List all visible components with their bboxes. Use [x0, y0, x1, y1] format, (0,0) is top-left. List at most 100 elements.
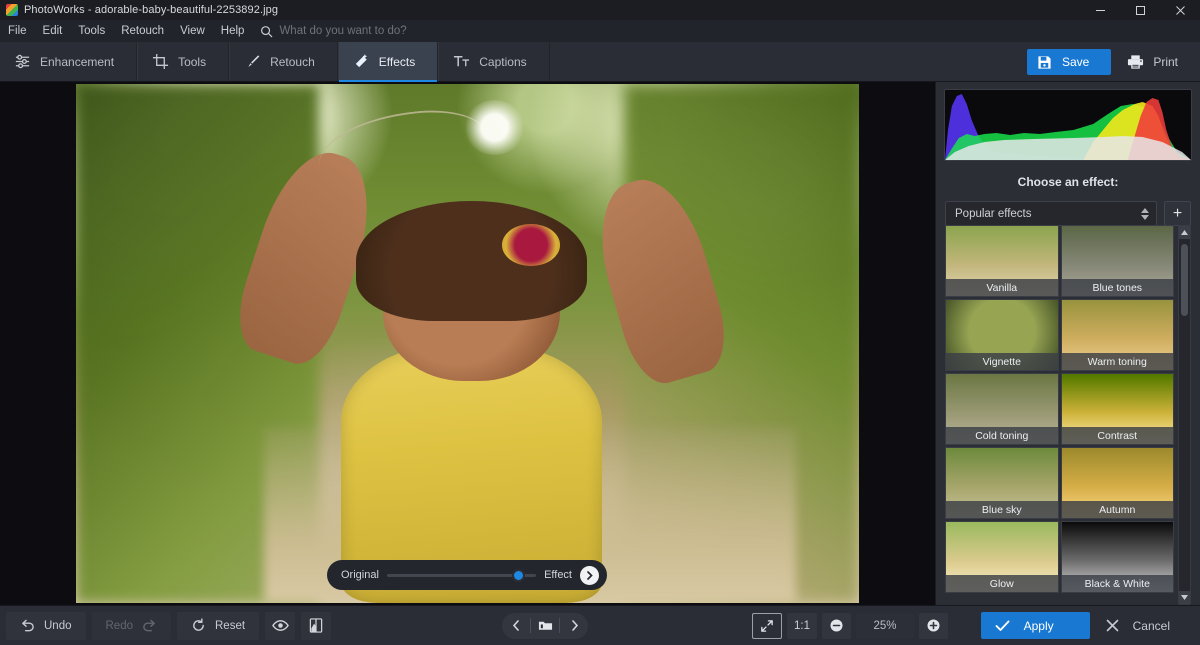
magic-wand-icon: [353, 53, 370, 70]
minimize-icon[interactable]: [1080, 0, 1120, 20]
search-box[interactable]: What do you want to do?: [260, 25, 406, 38]
redo-label: Redo: [106, 620, 134, 632]
cancel-button[interactable]: Cancel: [1094, 612, 1192, 639]
fit-to-screen-button[interactable]: [752, 613, 782, 639]
window-title: PhotoWorks - adorable-baby-beautiful-225…: [24, 4, 278, 16]
close-icon[interactable]: [1160, 0, 1200, 20]
zoom-in-button[interactable]: [919, 613, 948, 639]
scroll-up-icon[interactable]: [1179, 226, 1190, 239]
zoom-level[interactable]: 25%: [856, 613, 914, 639]
scroll-down-icon[interactable]: [1179, 591, 1190, 604]
effect-thumb-vignette[interactable]: Vignette: [945, 299, 1059, 371]
effect-label: Black & White: [1062, 575, 1174, 592]
tab-enhancement[interactable]: Enhancement: [0, 42, 137, 81]
tab-captions[interactable]: Captions: [438, 42, 549, 81]
tab-retouch[interactable]: Retouch: [229, 42, 338, 81]
photo-subject: [287, 141, 671, 603]
tab-label: Effects: [379, 55, 415, 69]
compare-slider-handle[interactable]: [512, 569, 525, 582]
photo-dandelion: [464, 100, 525, 155]
eye-icon: [272, 619, 289, 632]
compare-view-button[interactable]: [301, 612, 331, 640]
chevron-right-icon: [570, 620, 579, 631]
file-navigation: [502, 613, 588, 639]
open-folder-button[interactable]: [531, 613, 559, 639]
tab-label: Captions: [479, 55, 526, 69]
split-compare-icon: [309, 618, 323, 633]
menu-item-view[interactable]: View: [172, 22, 213, 40]
effect-label: Autumn: [1062, 501, 1174, 518]
effect-label: Blue tones: [1062, 279, 1174, 296]
reset-icon: [191, 618, 206, 633]
effect-label: Effect: [544, 569, 572, 581]
text-icon: [453, 53, 470, 70]
previous-image-button[interactable]: [502, 613, 530, 639]
effect-thumb-autumn[interactable]: Autumn: [1061, 447, 1175, 519]
zoom-out-button[interactable]: [822, 613, 851, 639]
add-effect-button[interactable]: +: [1164, 201, 1191, 226]
image-canvas[interactable]: [0, 82, 935, 605]
title-bar: PhotoWorks - adorable-baby-beautiful-225…: [0, 0, 1200, 20]
redo-button[interactable]: Redo: [92, 612, 172, 640]
menu-item-edit[interactable]: Edit: [35, 22, 71, 40]
preview-toggle-button[interactable]: [265, 612, 295, 640]
save-label: Save: [1062, 55, 1089, 69]
crop-icon: [152, 53, 169, 70]
tab-effects[interactable]: Effects: [338, 42, 438, 81]
apply-cancel-group: Apply Cancel: [981, 612, 1192, 639]
effect-thumb-blue-tones[interactable]: Blue tones: [1061, 225, 1175, 297]
effect-label: Blue sky: [946, 501, 1058, 518]
reset-label: Reset: [215, 620, 245, 632]
original-label: Original: [341, 569, 379, 581]
effect-thumb-vanilla[interactable]: Vanilla: [945, 225, 1059, 297]
reset-button[interactable]: Reset: [177, 612, 259, 640]
apply-label: Apply: [1024, 619, 1054, 633]
effect-thumb-blue-sky[interactable]: Blue sky: [945, 447, 1059, 519]
compare-slider-track[interactable]: [387, 574, 536, 577]
effect-thumb-warm-toning[interactable]: Warm toning: [1061, 299, 1175, 371]
tab-tools[interactable]: Tools: [137, 42, 229, 81]
next-image-button[interactable]: [560, 613, 588, 639]
effects-scrollbar[interactable]: [1178, 225, 1191, 605]
effect-category-dropdown[interactable]: Popular effects: [945, 201, 1157, 226]
effect-category-value: Popular effects: [955, 208, 1032, 220]
maximize-icon[interactable]: [1120, 0, 1160, 20]
apply-button[interactable]: Apply: [981, 612, 1090, 639]
print-label: Print: [1153, 55, 1178, 69]
photoworks-window: PhotoWorks - adorable-baby-beautiful-225…: [0, 0, 1200, 645]
x-icon: [1106, 619, 1119, 632]
mode-tab-bar: Enhancement Tools Retouch Effects: [0, 42, 1200, 82]
print-button[interactable]: Print: [1117, 49, 1192, 75]
bottom-toolbar: Undo Redo Reset: [0, 605, 1200, 645]
menu-item-retouch[interactable]: Retouch: [113, 22, 172, 40]
undo-button[interactable]: Undo: [6, 612, 86, 640]
effect-thumb-cold-toning[interactable]: Cold toning: [945, 373, 1059, 445]
menu-item-file[interactable]: File: [0, 22, 35, 40]
effect-label: Warm toning: [1062, 353, 1174, 370]
scrollbar-thumb[interactable]: [1181, 244, 1188, 316]
effect-label: Vanilla: [946, 279, 1058, 296]
before-after-slider[interactable]: Original Effect: [327, 560, 607, 590]
spinner-arrows-icon[interactable]: [1141, 208, 1149, 220]
menu-item-help[interactable]: Help: [213, 22, 253, 40]
edited-photo[interactable]: [76, 84, 859, 603]
chevron-right-icon[interactable]: [580, 566, 599, 585]
actual-size-button[interactable]: 1:1: [787, 613, 817, 639]
undo-label: Undo: [44, 620, 72, 632]
redo-icon: [142, 619, 157, 632]
effect-category-row: Popular effects +: [945, 201, 1191, 226]
panel-title: Choose an effect:: [936, 175, 1200, 189]
photoworks-logo-icon: [6, 4, 18, 16]
effect-thumb-black-and-white[interactable]: Black & White: [1061, 521, 1175, 593]
zoom-out-icon: [829, 618, 844, 633]
menu-item-tools[interactable]: Tools: [70, 22, 113, 40]
search-input-placeholder[interactable]: What do you want to do?: [279, 25, 406, 37]
search-icon: [260, 25, 273, 38]
effect-thumb-contrast[interactable]: Contrast: [1061, 373, 1175, 445]
save-button[interactable]: Save: [1027, 49, 1111, 75]
photo-hair: [356, 201, 586, 321]
zoom-controls: 1:1 25%: [752, 613, 948, 639]
effect-thumb-glow[interactable]: Glow: [945, 521, 1059, 593]
floppy-disk-icon: [1037, 55, 1052, 70]
effect-label: Cold toning: [946, 427, 1058, 444]
